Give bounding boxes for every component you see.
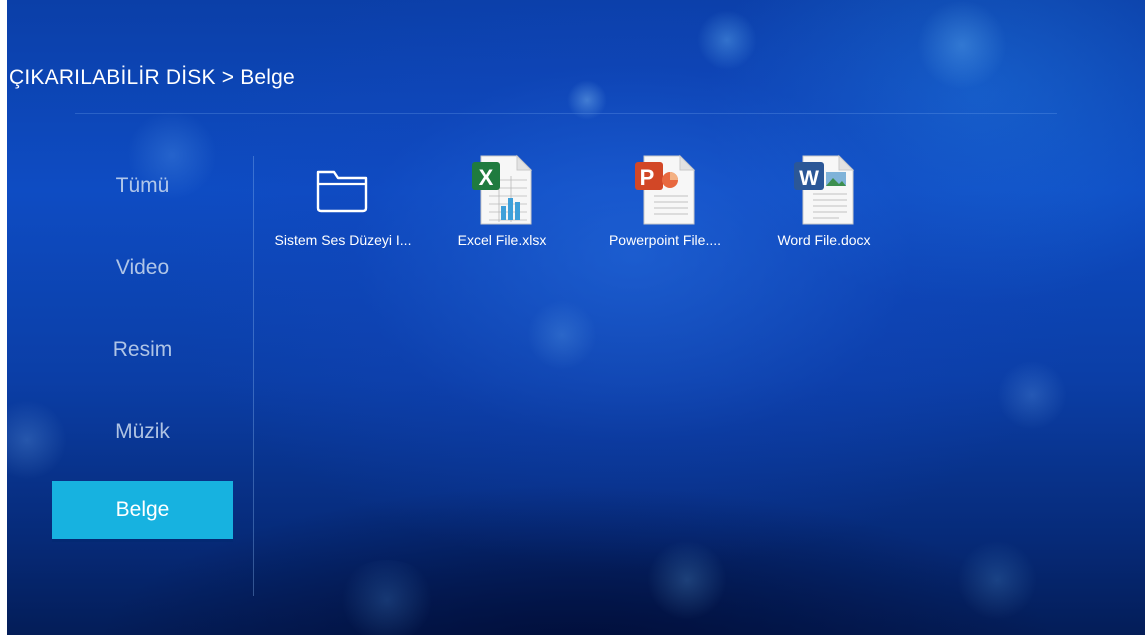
file-item-word[interactable]: W Word File.docx	[749, 152, 899, 252]
header-divider	[75, 113, 1057, 114]
file-name: Word File.docx	[777, 232, 871, 248]
breadcrumb: ÇIKARILABİLİR DİSK > Belge	[9, 66, 295, 89]
bokeh-light	[957, 540, 1037, 620]
sidebar-item-belge[interactable]: Belge	[52, 481, 233, 539]
excel-file-icon: X	[472, 154, 533, 225]
file-item-excel[interactable]: X Excel File.xlsx	[427, 152, 577, 252]
bokeh-light	[997, 360, 1067, 430]
media-browser-screen: ÇIKARILABİLİR DİSK > Belge Tümü Video Re…	[7, 0, 1145, 635]
folder-icon	[316, 170, 368, 213]
bokeh-light	[917, 0, 1007, 90]
bokeh-light	[567, 80, 607, 120]
bokeh-light	[647, 540, 727, 620]
bokeh-light	[697, 10, 757, 70]
word-file-icon: W	[794, 154, 855, 225]
sidebar-item-resim[interactable]: Resim	[52, 321, 233, 379]
file-name: Sistem Ses Düzeyi I...	[274, 232, 412, 248]
sidebar-item-video[interactable]: Video	[52, 239, 233, 297]
sidebar-divider	[253, 156, 254, 596]
svg-text:P: P	[640, 165, 655, 190]
file-name: Powerpoint File....	[608, 232, 722, 248]
sidebar-item-tumu[interactable]: Tümü	[52, 157, 233, 215]
powerpoint-file-icon: P	[635, 154, 696, 225]
file-item-powerpoint[interactable]: P Powerpoint File....	[590, 152, 740, 252]
svg-text:W: W	[799, 167, 819, 190]
file-item-folder[interactable]: Sistem Ses Düzeyi I...	[268, 152, 418, 252]
sidebar-item-muzik[interactable]: Müzik	[52, 403, 233, 461]
file-name: Excel File.xlsx	[457, 232, 547, 248]
bokeh-light	[527, 300, 597, 370]
bokeh-light	[337, 560, 437, 635]
svg-text:X: X	[479, 165, 494, 190]
